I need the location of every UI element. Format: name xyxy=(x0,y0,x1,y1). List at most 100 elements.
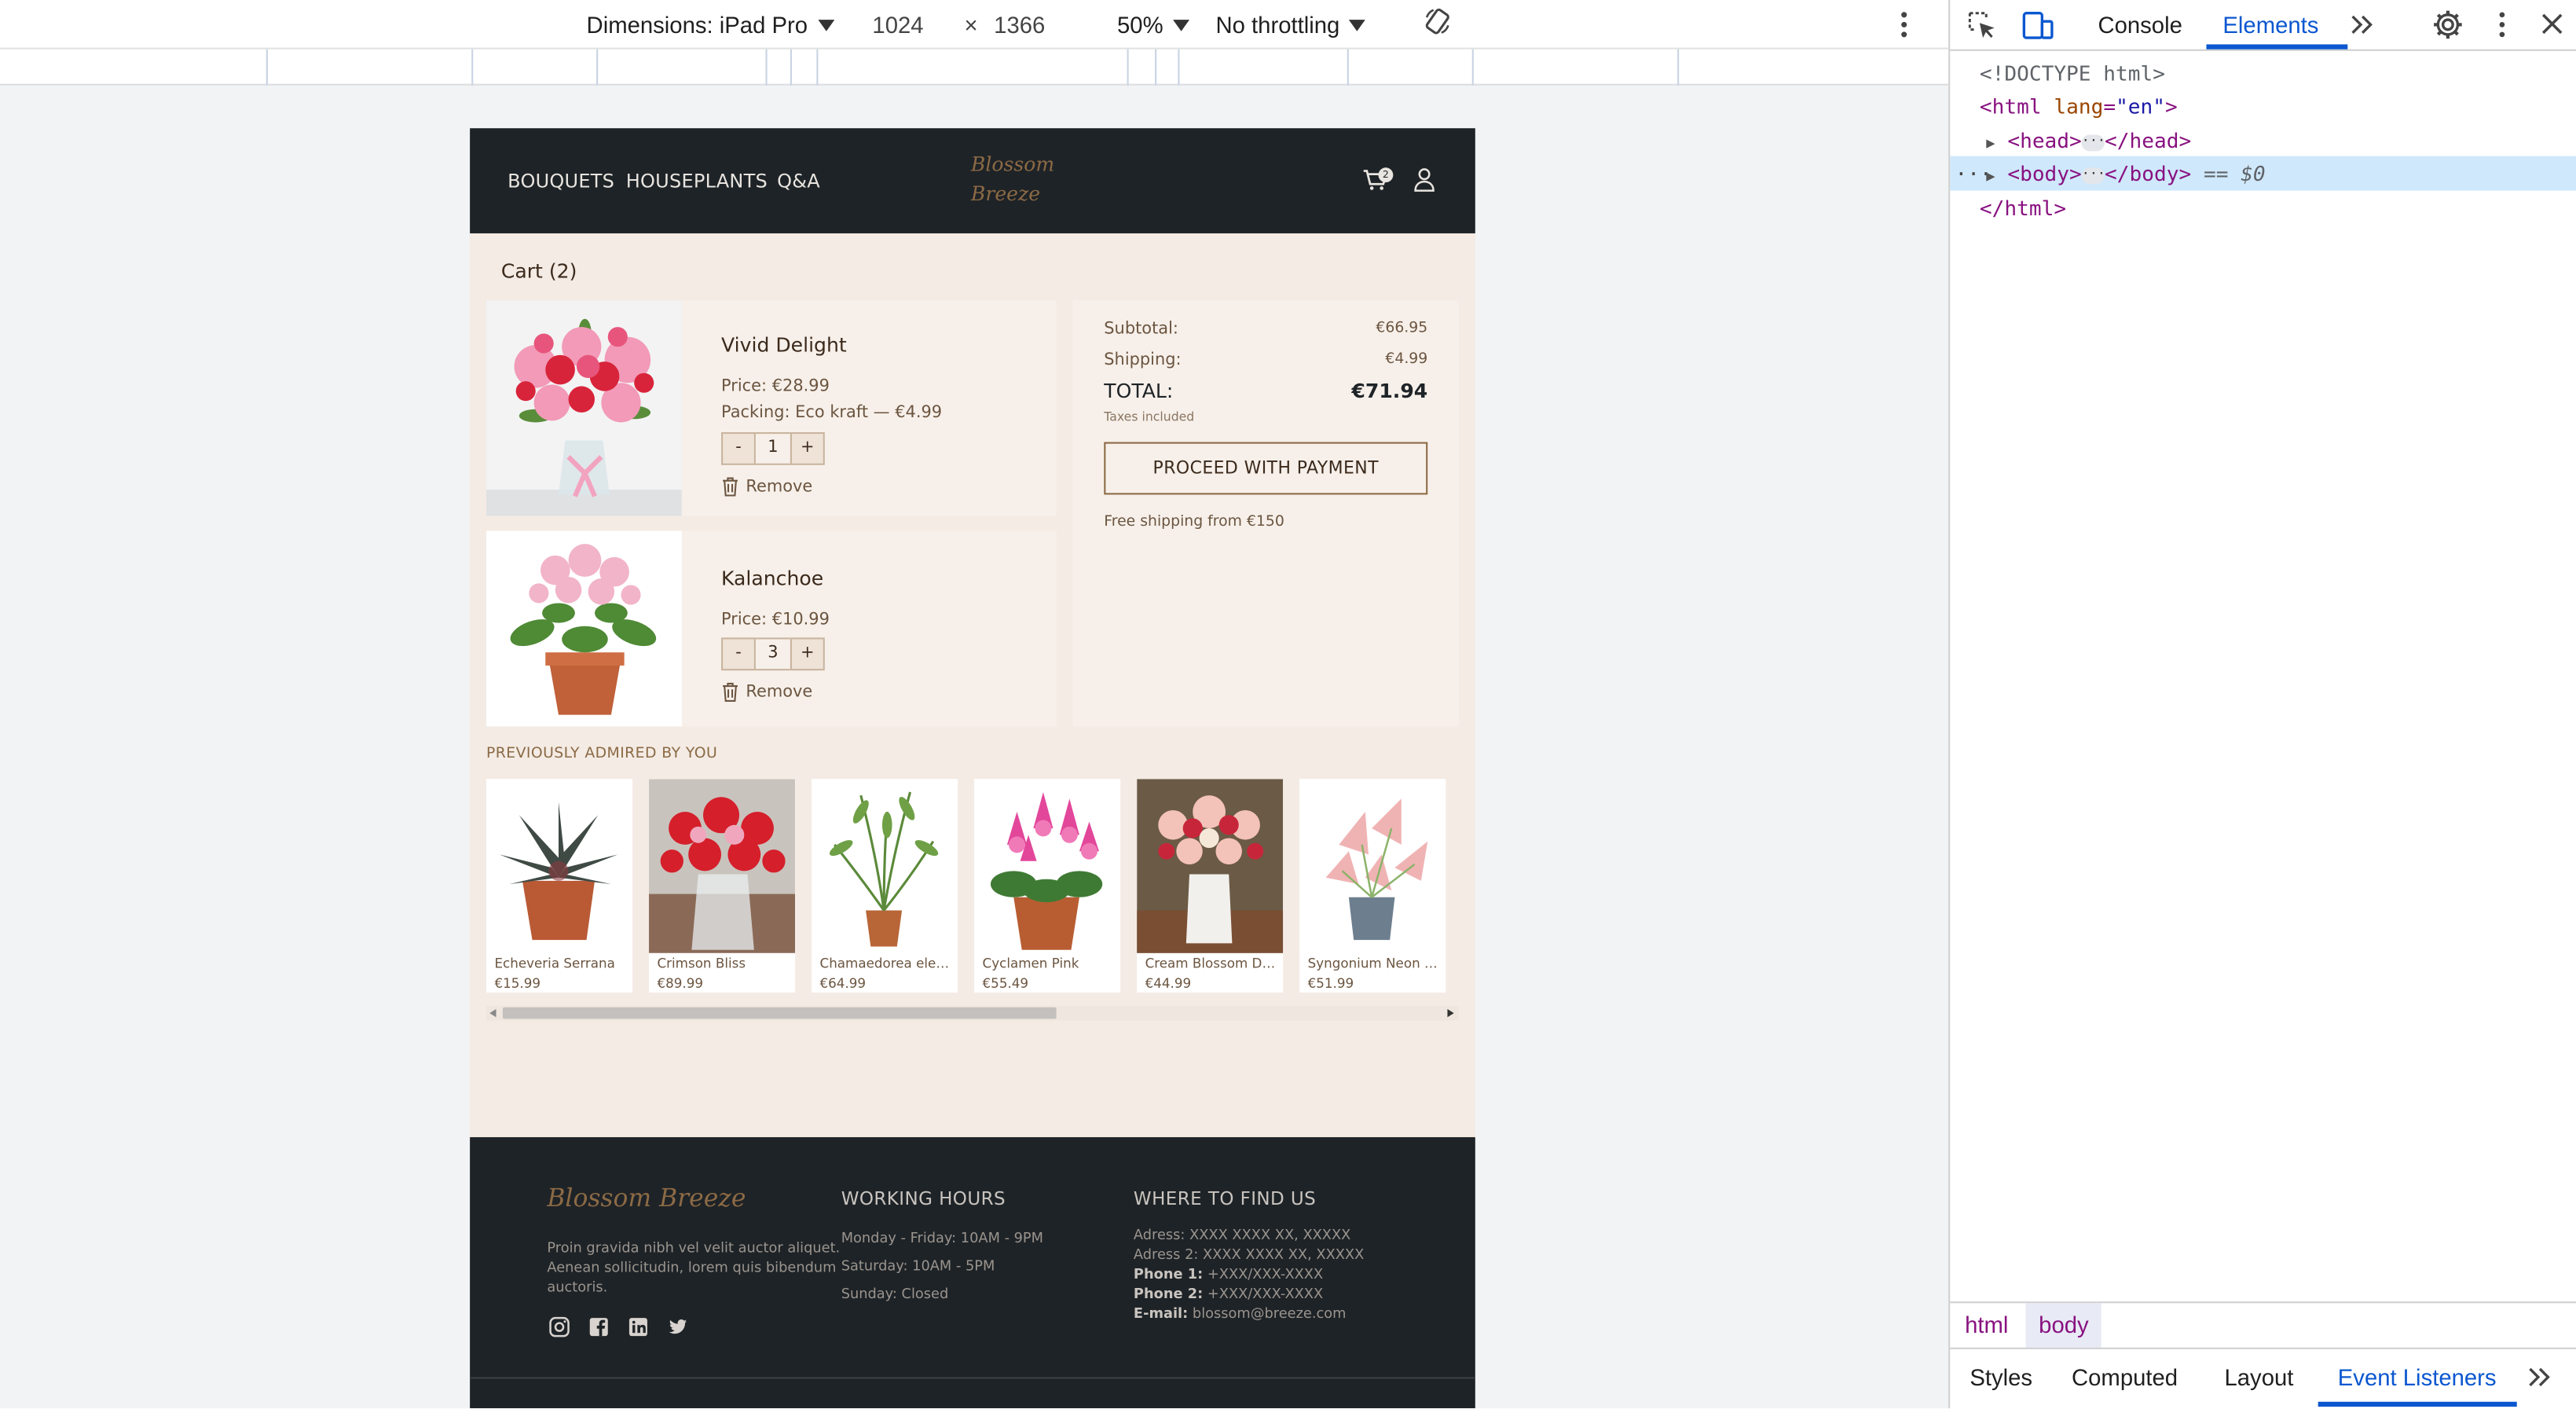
ruler-tick xyxy=(816,49,819,86)
card-name: Chamaedorea elega... xyxy=(819,956,955,971)
horizontal-scrollbar[interactable] xyxy=(486,1005,1459,1021)
subtotal-label: Subtotal: xyxy=(1104,320,1178,339)
card-name: Crimson Bliss xyxy=(657,956,746,971)
product-card[interactable]: Crimson Bliss €89.99 xyxy=(649,779,796,993)
site-footer: Blossom Breeze Proin gravida nibh vel ve… xyxy=(470,1137,1475,1409)
zoom-select[interactable]: 50% xyxy=(1117,10,1190,40)
phone-1-label: Phone 1: xyxy=(1133,1267,1204,1284)
more-tabs-icon[interactable] xyxy=(2349,13,2375,36)
phone-2-label: Phone 2: xyxy=(1133,1286,1204,1304)
tab-layout[interactable]: Layout xyxy=(2224,1364,2293,1390)
trash-icon xyxy=(723,477,738,497)
ruler-tick xyxy=(596,49,599,86)
product-card[interactable]: Chamaedorea elega... €64.99 xyxy=(812,779,958,993)
footer-logo[interactable]: Blossom Breeze xyxy=(547,1183,746,1213)
breadcrumb-body[interactable]: body xyxy=(2039,1312,2088,1337)
emulated-page: BOUQUETS HOUSEPLANTS Q&A Blossom Breeze 2… xyxy=(470,128,1475,1409)
subtotal-value: €66.95 xyxy=(1376,320,1428,337)
product-card[interactable]: Syngonium Neon Pi... €51.99 xyxy=(1299,779,1446,993)
site-header: BOUQUETS HOUSEPLANTS Q&A Blossom Breeze 2 xyxy=(470,128,1475,233)
product-card[interactable]: Cream Blossom Del... €44.99 xyxy=(1137,779,1284,993)
item-name[interactable]: Kalanchoe xyxy=(721,567,823,589)
height-input[interactable]: 1366 xyxy=(994,10,1045,40)
more-tabs-icon[interactable] xyxy=(2527,1366,2552,1389)
inspect-element-icon[interactable] xyxy=(1966,10,1998,42)
devtools-menu-icon[interactable] xyxy=(2496,10,2509,40)
scroll-right-icon[interactable] xyxy=(1447,1008,1455,1018)
devtools-panel: Console Elements <!DOCTYPE html> <html l… xyxy=(1948,0,2576,1409)
cart-title: Cart (2) xyxy=(500,259,577,283)
facebook-icon[interactable] xyxy=(588,1316,610,1337)
remove-button[interactable]: Remove xyxy=(721,476,813,497)
chevron-down-icon xyxy=(1173,19,1190,31)
about-line: Aenean sollicitudin, lorem quis bibendum xyxy=(547,1260,837,1277)
previously-admired-title: PREVIOUSLY ADMIRED BY YOU xyxy=(486,746,718,763)
card-price: €44.99 xyxy=(1145,976,1192,991)
body-close-tag: </body> xyxy=(2105,160,2192,186)
tab-styles[interactable]: Styles xyxy=(1970,1364,2032,1390)
scroll-left-icon[interactable] xyxy=(489,1008,497,1018)
media-query-ruler[interactable] xyxy=(0,49,1949,86)
zoom-value: 50% xyxy=(1117,11,1163,39)
twitter-icon[interactable] xyxy=(667,1316,688,1337)
address-line: Adress 2: XXXX XXXX XX, XXXXX xyxy=(1133,1247,1365,1264)
dom-doctype[interactable]: <!DOCTYPE html> xyxy=(1980,61,2165,85)
card-price: €55.49 xyxy=(982,976,1029,991)
device-select[interactable]: Dimensions: iPad Pro xyxy=(587,10,834,40)
nav-qa[interactable]: Q&A xyxy=(777,169,820,192)
total-row: TOTAL: €71.94 xyxy=(1104,380,1427,402)
remove-label: Remove xyxy=(746,477,813,496)
footer-about: Proin gravida nibh vel velit auctor aliq… xyxy=(547,1239,840,1298)
linkedin-icon[interactable] xyxy=(628,1316,649,1337)
instagram-icon[interactable] xyxy=(548,1316,570,1337)
increase-button[interactable]: + xyxy=(790,431,825,465)
decrease-button[interactable]: - xyxy=(721,637,756,671)
card-price: €51.99 xyxy=(1307,976,1354,991)
quantity-value[interactable]: 1 xyxy=(755,431,790,465)
tab-console[interactable]: Console xyxy=(2098,12,2182,38)
product-card[interactable]: Cyclamen Pink €55.49 xyxy=(974,779,1121,993)
width-input[interactable]: 1024 xyxy=(872,10,923,40)
nav-houseplants[interactable]: HOUSEPLANTS xyxy=(626,169,768,192)
dom-body-node[interactable]: ▶ <body>···</body> == $0 xyxy=(1986,161,2265,185)
card-name: Syngonium Neon Pi... xyxy=(1307,956,1443,971)
item-packing: Packing: Eco kraft — €4.99 xyxy=(721,404,943,423)
proceed-payment-button[interactable]: PROCEED WITH PAYMENT xyxy=(1104,442,1428,495)
user-icon[interactable] xyxy=(1411,166,1437,192)
rotate-icon[interactable] xyxy=(1420,6,1456,36)
about-line: auctoris. xyxy=(547,1280,608,1297)
chamaedorea-image xyxy=(812,779,958,953)
echeveria-image xyxy=(486,779,633,953)
tab-event-listeners[interactable]: Event Listeners xyxy=(2338,1364,2497,1390)
product-card[interactable]: Echeveria Serrana €15.99 xyxy=(486,779,633,993)
scrollbar-thumb[interactable] xyxy=(502,1007,1057,1019)
expand-triangle-icon[interactable]: ▶ xyxy=(1986,137,1995,153)
remove-button[interactable]: Remove xyxy=(721,682,812,702)
site-logo[interactable]: Blossom Breeze xyxy=(971,149,1054,208)
item-name[interactable]: Vivid Delight xyxy=(721,334,847,357)
more-options-icon[interactable] xyxy=(1896,10,1912,40)
ellipsis-icon[interactable]: ··· xyxy=(2081,133,2105,151)
expand-triangle-icon[interactable]: ▶ xyxy=(1986,169,1995,185)
decrease-button[interactable]: - xyxy=(721,431,756,465)
breadcrumb-html[interactable]: html xyxy=(1965,1312,2008,1337)
tab-elements[interactable]: Elements xyxy=(2222,12,2318,38)
tab-computed[interactable]: Computed xyxy=(2072,1364,2178,1390)
throttling-select[interactable]: No throttling xyxy=(1215,10,1366,40)
email-value[interactable]: blossom@breeze.com xyxy=(1193,1307,1347,1323)
dom-html-close[interactable]: </html> xyxy=(1980,196,2066,220)
increase-button[interactable]: + xyxy=(790,637,825,671)
ellipsis-icon[interactable]: ··· xyxy=(2081,166,2105,184)
styles-tabbar: Styles Computed Layout Event Listeners xyxy=(1950,1347,2576,1408)
working-hours-list: Monday - Friday: 10AM - 9PM Saturday: 10… xyxy=(841,1226,1043,1310)
dom-head-node[interactable]: ▶ <head>···</head> xyxy=(1986,128,2191,152)
selected-node-marker: == $0 xyxy=(2203,160,2266,186)
dom-html-open[interactable]: <html lang="en"> xyxy=(1980,94,2178,118)
cyclamen-image xyxy=(974,779,1121,953)
close-icon[interactable] xyxy=(2540,12,2564,36)
settings-gear-icon[interactable] xyxy=(2431,8,2464,41)
device-toolbar-icon[interactable] xyxy=(2021,10,2055,42)
nav-bouquets[interactable]: BOUQUETS xyxy=(508,169,614,192)
lang-value: "en" xyxy=(2116,94,2166,119)
quantity-value[interactable]: 3 xyxy=(755,637,790,671)
